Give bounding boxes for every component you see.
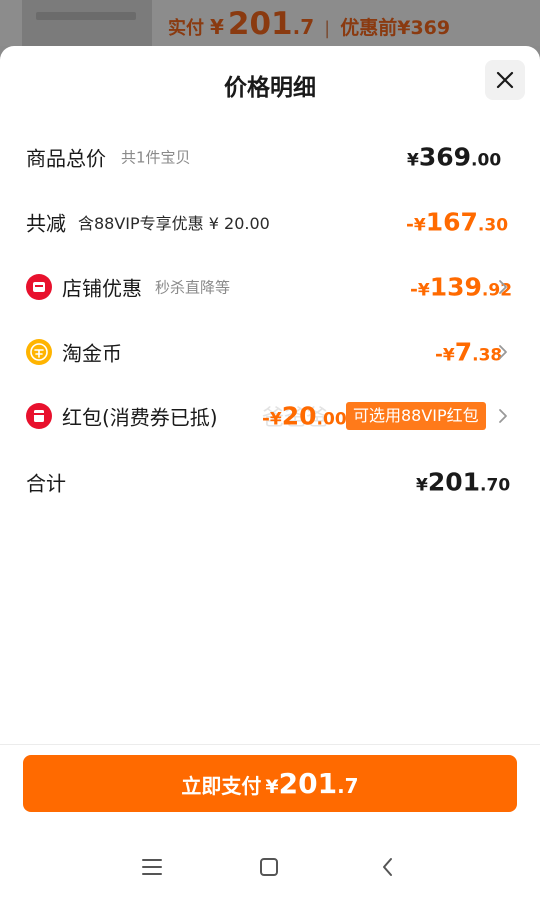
pay-button-amount-dec: .7: [337, 774, 359, 798]
amount-int: 20: [281, 401, 317, 431]
row-red-packet[interactable]: 红包(消费券已抵) 爸爸爸 - ¥ 20 .00 可选用88VIP红包: [0, 396, 540, 436]
shop-discount-label: 店铺优惠: [62, 276, 142, 301]
currency-symbol: ¥: [413, 215, 426, 236]
amount-int: 369: [418, 142, 472, 172]
nav-menu-button[interactable]: [137, 854, 167, 880]
pay-button-currency: ¥: [265, 776, 279, 798]
chevron-right-icon: [499, 345, 507, 359]
amount-dec: .00: [471, 150, 502, 171]
reduction-amount: - ¥ 167 .30: [406, 208, 508, 237]
currency-symbol: ¥: [407, 150, 419, 171]
price-detail-sheet: 价格明细 商品总价 共1件宝贝 ¥ 369 .00 共减 含88VIP专享优惠 …: [0, 46, 540, 898]
amount-dec: .00: [316, 409, 347, 430]
goods-total-amount: ¥ 369 .00: [407, 143, 501, 172]
amount-dec: .30: [477, 215, 509, 236]
amount-int: 201: [427, 467, 481, 497]
close-icon: [496, 71, 514, 89]
pay-button-label: 立即支付: [181, 774, 262, 798]
goods-total-label: 商品总价: [26, 146, 106, 171]
product-thumbnail: [22, 0, 152, 46]
row-shop-discount[interactable]: 店铺优惠 秒杀直降等 - ¥ 139 .92: [0, 267, 540, 307]
nav-home-button[interactable]: [254, 854, 284, 880]
vip-red-packet-tag[interactable]: 可选用88VIP红包: [346, 402, 486, 430]
amount-int: 167: [425, 207, 478, 237]
goods-count-note: 共1件宝贝: [121, 148, 191, 167]
price-before-discount: 优惠前¥369: [340, 17, 451, 39]
coin-icon: [26, 339, 52, 365]
minus-sign: -: [410, 278, 418, 301]
coin-label: 淘金币: [62, 341, 122, 366]
vip-discount-note: 含88VIP专享优惠 ¥ 20.00: [78, 214, 270, 233]
red-packet-amount: - ¥ 20 .00: [262, 402, 347, 431]
home-icon: [260, 858, 278, 876]
red-packet-icon: [26, 403, 52, 429]
currency-symbol: ¥: [416, 475, 428, 496]
currency-symbol: ¥: [442, 345, 455, 366]
chevron-right-icon: [499, 280, 507, 294]
currency-symbol: ¥: [417, 280, 430, 301]
sum-label: 合计: [26, 471, 66, 496]
row-sum: 合计 ¥ 201 .70: [0, 462, 540, 502]
amount-int: 139: [429, 272, 482, 302]
menu-icon: [142, 859, 162, 875]
paid-amount-int: 201: [227, 6, 293, 42]
close-button[interactable]: [485, 60, 525, 100]
red-packet-label: 红包(消费券已抵): [62, 405, 218, 430]
paid-currency: ¥: [210, 15, 224, 39]
reduction-label: 共减: [26, 211, 66, 236]
chevron-right-icon: [499, 409, 507, 423]
shop-discount-note: 秒杀直降等: [155, 278, 231, 297]
amount-int: 7: [454, 337, 473, 367]
paid-amount-dec: .7: [292, 15, 315, 39]
minus-sign: -: [262, 407, 270, 430]
amount-dec: .70: [480, 475, 511, 496]
minus-sign: -: [406, 213, 414, 236]
row-total-reduction: 共减 含88VIP专享优惠 ¥ 20.00 - ¥ 167 .30: [0, 202, 540, 242]
price-separator: |: [324, 18, 331, 39]
paid-label: 实付: [168, 18, 204, 39]
row-taobao-coin[interactable]: 淘金币 - ¥ 7 .38: [0, 332, 540, 372]
divider: [0, 744, 540, 745]
nav-back-button[interactable]: [372, 854, 402, 880]
sum-amount: ¥ 201 .70: [416, 468, 510, 497]
coin-amount: - ¥ 7 .38: [435, 338, 502, 367]
currency-symbol: ¥: [269, 409, 282, 430]
sheet-title: 价格明细: [224, 75, 316, 101]
back-icon: [383, 858, 392, 876]
product-summary-strip: 实付 ¥ 201 .7 | 优惠前¥369: [0, 0, 540, 46]
pay-now-button[interactable]: 立即支付 ¥ 201 .7: [23, 755, 517, 812]
pay-button-amount-int: 201: [278, 767, 338, 800]
row-goods-total: 商品总价 共1件宝贝 ¥ 369 .00: [0, 137, 540, 177]
minus-sign: -: [435, 343, 443, 366]
top-price-summary: 实付 ¥ 201 .7 | 优惠前¥369: [168, 6, 450, 42]
shop-coupon-icon: [26, 274, 52, 300]
system-nav-bar: [0, 836, 540, 898]
